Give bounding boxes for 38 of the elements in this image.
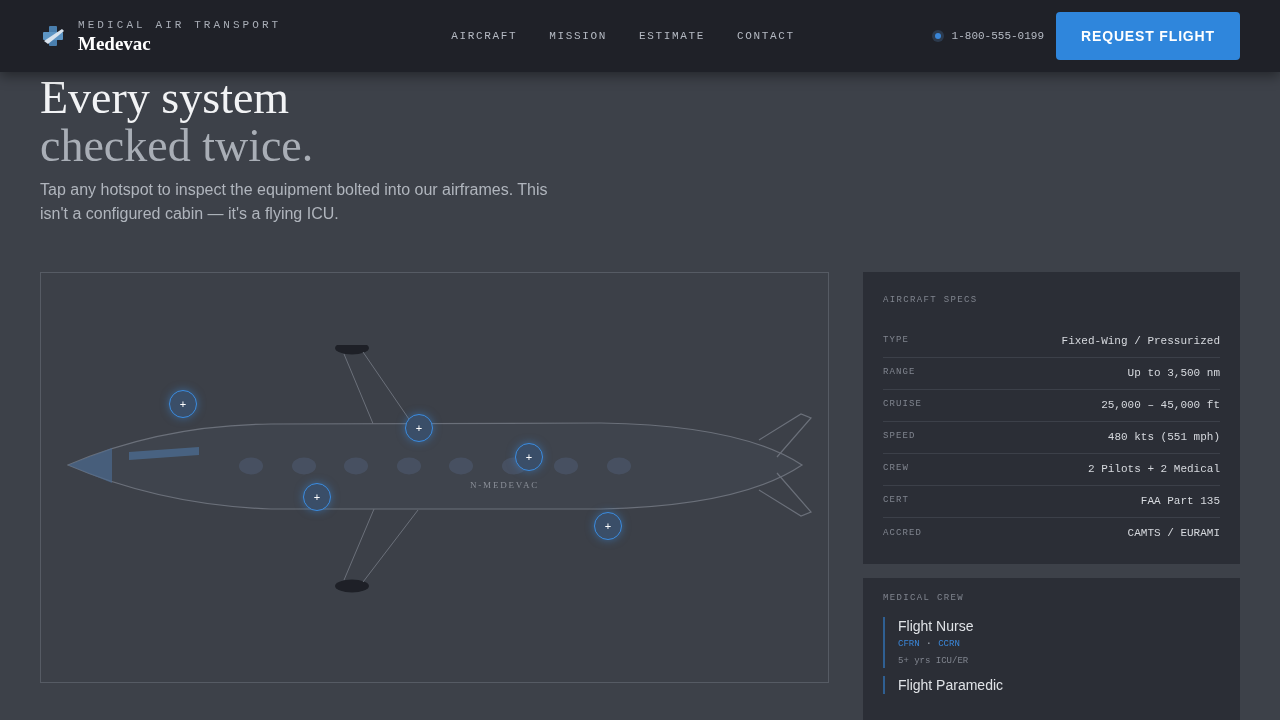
hotspot-button[interactable]: + <box>169 390 197 418</box>
spec-label: CERT <box>883 494 909 508</box>
card-title: AIRCRAFT SPECS <box>883 294 979 307</box>
certification: CCRN <box>938 638 960 651</box>
spec-label: RANGE <box>883 366 916 380</box>
certification: CFRN <box>898 638 920 651</box>
crew-role: Flight Paramedic <box>898 676 1005 694</box>
brand-name: Medevac <box>78 33 152 56</box>
crew-role: Flight Nurse <box>898 617 975 635</box>
experience-note: 5+ yrs ICU/ER <box>898 654 970 668</box>
nav-link[interactable]: CONTACT <box>737 27 795 45</box>
brand-tagline: MEDICAL AIR TRANSPORT <box>78 17 282 33</box>
spec-label: ACCRED <box>883 526 922 540</box>
spec-value: 480 kts (551 mph) <box>1107 429 1220 445</box>
spec-value: Fixed-Wing / Pressurized <box>1061 333 1220 349</box>
phone-number: 1-800-555-0199 <box>951 28 1044 44</box>
spec-label: TYPE <box>883 334 909 348</box>
nav-link[interactable]: AIRCRAFT <box>451 27 518 45</box>
request-flight-button[interactable]: REQUEST FLIGHT <box>1056 12 1240 60</box>
spec-label: CRUISE <box>883 398 922 412</box>
spec-value: FAA Part 135 <box>1140 493 1220 509</box>
hero-heading: Every system <box>40 74 291 122</box>
status-dot-icon <box>931 30 944 42</box>
spec-label: SPEED <box>883 430 916 444</box>
spec-label: CREW <box>883 462 909 476</box>
nav-link[interactable]: MISSION <box>549 27 608 45</box>
nav-link[interactable]: ESTIMATE <box>639 27 706 45</box>
separator-dot: · <box>925 638 933 651</box>
hotspot-button[interactable]: + <box>405 414 433 442</box>
hotspot-button[interactable]: + <box>594 512 622 540</box>
spec-value: Up to 3,500 nm <box>1127 365 1220 381</box>
hero-intro: Tap any hotspot to inspect the equipment bolted into our airframes. This isn't a configured cabin — it's a flying ICU. <box>40 180 549 224</box>
registration-marking: N-MEDEVAC <box>470 479 540 492</box>
hero-heading: checked twice. <box>40 122 315 170</box>
card-title: MEDICAL CREW <box>883 591 965 605</box>
spec-value: 25,000 – 45,000 ft <box>1101 397 1220 413</box>
spec-value: CAMTS / EURAMI <box>1127 526 1220 542</box>
spec-value: 2 Pilots + 2 Medical <box>1087 461 1220 477</box>
